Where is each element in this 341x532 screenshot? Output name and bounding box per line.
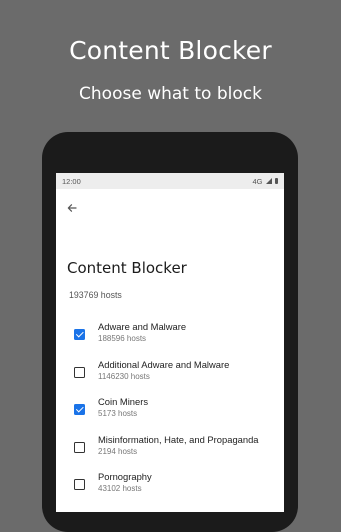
- checkbox[interactable]: [74, 366, 85, 378]
- signal-icon: [265, 178, 272, 184]
- list-item-hosts: 1146230 hosts: [98, 371, 150, 381]
- status-bar: 12:00 4G: [56, 173, 284, 189]
- blocklist-list: Adware and Malware 188596 hosts Addition…: [56, 318, 284, 506]
- list-item-label: Misinformation, Hate, and Propaganda: [98, 433, 259, 445]
- status-time: 12:00: [62, 176, 81, 186]
- promo-title: Content Blocker: [69, 36, 272, 65]
- list-item-adware-malware[interactable]: Adware and Malware 188596 hosts: [56, 318, 284, 356]
- list-item-hosts: 43102 hosts: [98, 484, 142, 493]
- list-item-additional-adware[interactable]: Additional Adware and Malware 1146230 ho…: [56, 356, 284, 394]
- total-host-count: 193769 hosts: [69, 290, 122, 300]
- list-item-misinformation[interactable]: Misinformation, Hate, and Propaganda 219…: [56, 431, 284, 469]
- battery-icon: [274, 178, 278, 184]
- network-type: 4G: [252, 176, 263, 186]
- checkbox[interactable]: [74, 404, 85, 415]
- app-screen: 12:00 4G Content Blocker 193769 hosts Ad…: [56, 173, 284, 512]
- list-item-pornography[interactable]: Pornography 43102 hosts: [56, 468, 284, 506]
- checkbox[interactable]: [74, 329, 85, 340]
- arrow-back-icon[interactable]: [64, 200, 80, 216]
- list-item-hosts: 188596 hosts: [98, 334, 147, 343]
- list-item-label: Coin Miners: [98, 396, 149, 407]
- status-indicators: 4G: [252, 177, 278, 186]
- list-item-hosts: 5173 hosts: [98, 409, 138, 418]
- promo-subtitle: Choose what to block: [79, 84, 262, 104]
- list-item-coin-miners[interactable]: Coin Miners 5173 hosts: [56, 393, 284, 431]
- list-item-label: Adware and Malware: [98, 321, 187, 332]
- checkbox[interactable]: [74, 479, 85, 490]
- list-item-hosts: 2194 hosts: [98, 446, 138, 456]
- list-item-label: Pornography: [98, 471, 152, 482]
- checkbox[interactable]: [74, 441, 85, 453]
- page-title: Content Blocker: [67, 259, 187, 277]
- list-item-label: Additional Adware and Malware: [98, 358, 230, 370]
